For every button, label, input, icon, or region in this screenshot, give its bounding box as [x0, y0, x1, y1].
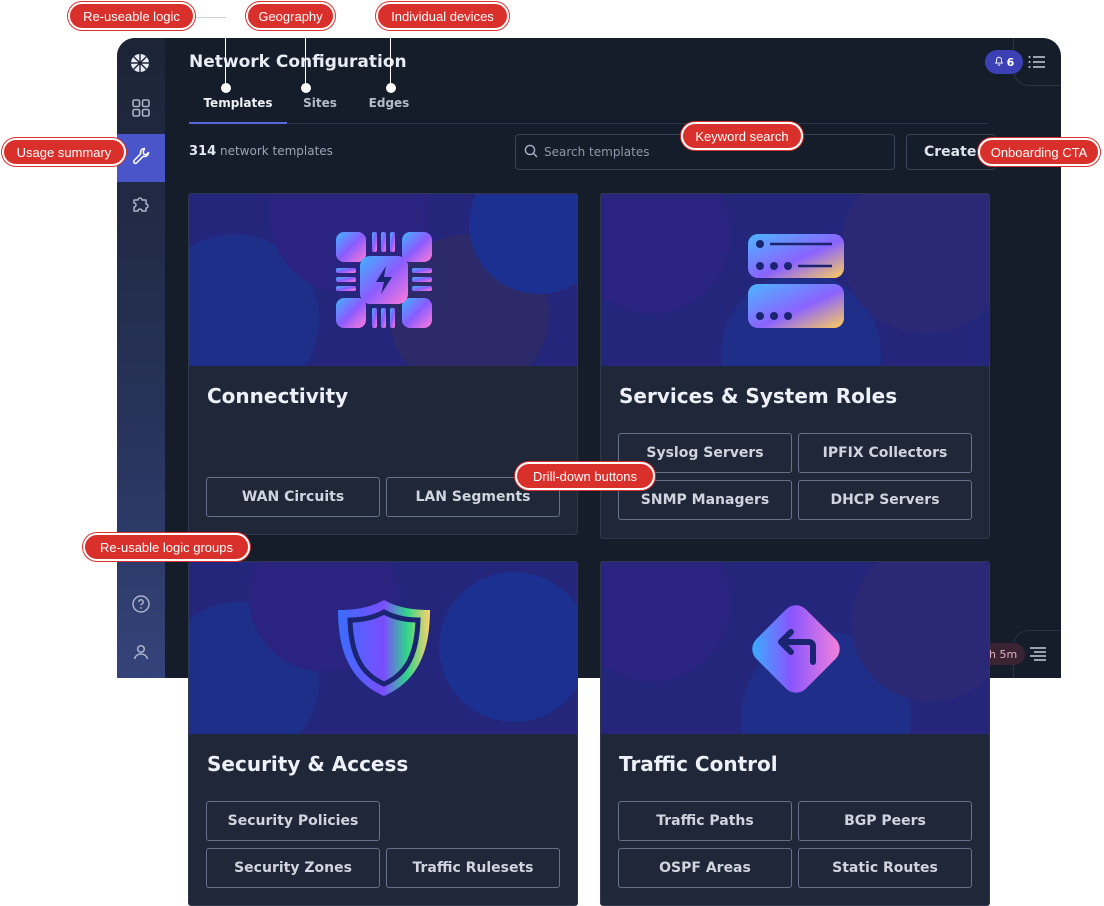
- card-title: Security & Access: [207, 752, 409, 776]
- annotation-geography: Geography: [246, 2, 335, 30]
- wan-circuits-button[interactable]: WAN Circuits: [206, 477, 380, 517]
- annotation-usage-summary: Usage summary: [2, 138, 126, 166]
- annotation-keyword-search: Keyword search: [681, 122, 803, 150]
- static-routes-button[interactable]: Static Routes: [798, 848, 972, 888]
- logo-icon[interactable]: [129, 52, 151, 74]
- security-policies-button[interactable]: Security Policies: [206, 801, 380, 841]
- card-title: Connectivity: [207, 384, 349, 408]
- annotation-reuseable-logic: Re-useable logic: [68, 2, 195, 30]
- tab-templates[interactable]: Templates: [189, 96, 287, 124]
- route-sign-icon: [741, 594, 851, 708]
- list-icon[interactable]: [1027, 54, 1047, 70]
- chip-icon: [334, 230, 434, 334]
- help-icon: [131, 594, 151, 618]
- template-count-number: 314: [189, 144, 217, 159]
- sidebar-item-profile[interactable]: [117, 630, 165, 678]
- annotation-individual-devices: Individual devices: [376, 2, 509, 30]
- annotation-onboarding-cta: Onboarding CTA: [978, 138, 1100, 166]
- ospf-areas-button[interactable]: OSPF Areas: [618, 848, 792, 888]
- card-hero: [601, 194, 989, 366]
- puzzle-icon: [131, 194, 151, 218]
- server-icon: [746, 230, 846, 334]
- tab-bar: Templates Sites Edges: [189, 96, 988, 124]
- annotation-pin: [221, 83, 231, 93]
- card-hero: [189, 194, 577, 366]
- notification-count: 6: [1006, 55, 1015, 69]
- search-icon: [524, 143, 538, 162]
- grid-icon: [131, 98, 151, 122]
- tab-edges[interactable]: Edges: [353, 96, 425, 124]
- annotation-connector: [390, 30, 391, 86]
- bgp-peers-button[interactable]: BGP Peers: [798, 801, 972, 841]
- sidebar: [117, 38, 165, 678]
- sidebar-item-extensions[interactable]: [117, 182, 165, 230]
- annotation-pin: [301, 83, 311, 93]
- menu-icon[interactable]: [1028, 646, 1048, 662]
- card-services: Services & System Roles Syslog Servers I…: [600, 193, 990, 539]
- card-title: Services & System Roles: [619, 384, 898, 408]
- card-hero: [601, 562, 989, 734]
- sidebar-item-dashboard[interactable]: [117, 86, 165, 134]
- page-title: Network Configuration: [189, 52, 407, 72]
- card-title: Traffic Control: [619, 752, 778, 776]
- annotation-connector: [225, 18, 226, 86]
- annotation-connector: [196, 17, 226, 18]
- annotation-connector: [305, 30, 306, 86]
- template-count: 314 network templates: [189, 144, 333, 159]
- card-security: Security & Access Security Policies Secu…: [188, 561, 578, 906]
- annotation-logic-groups: Re-usable logic groups: [83, 533, 250, 561]
- dhcp-servers-button[interactable]: DHCP Servers: [798, 480, 972, 520]
- sidebar-item-help[interactable]: [117, 582, 165, 630]
- bell-icon: [994, 56, 1004, 69]
- card-hero: [189, 562, 577, 734]
- traffic-paths-button[interactable]: Traffic Paths: [618, 801, 792, 841]
- traffic-rulesets-button[interactable]: Traffic Rulesets: [386, 848, 560, 888]
- security-zones-button[interactable]: Security Zones: [206, 848, 380, 888]
- shield-icon: [334, 598, 434, 702]
- template-count-label: network templates: [219, 144, 333, 158]
- ipfix-collectors-button[interactable]: IPFIX Collectors: [798, 433, 972, 473]
- user-icon: [131, 642, 151, 666]
- card-traffic: Traffic Control Traffic Paths BGP Peers …: [600, 561, 990, 906]
- annotation-pin: [386, 83, 396, 93]
- annotation-drill-down-buttons: Drill-down buttons: [515, 462, 655, 490]
- wrench-icon: [131, 146, 151, 170]
- notification-badge[interactable]: 6: [985, 50, 1023, 74]
- tab-sites[interactable]: Sites: [287, 96, 353, 124]
